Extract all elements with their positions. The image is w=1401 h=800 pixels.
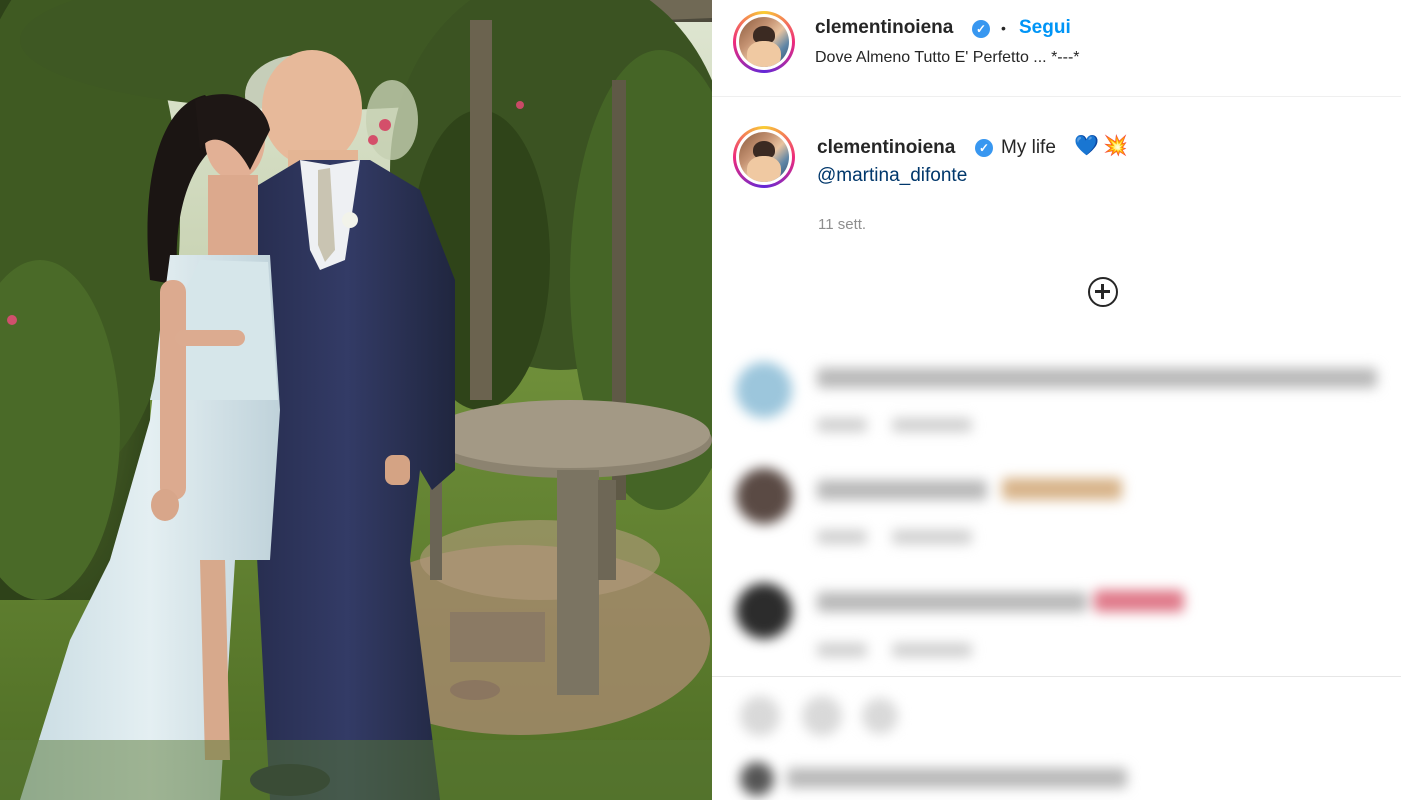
comment-icon[interactable]	[802, 696, 842, 736]
header-divider	[712, 96, 1401, 97]
plus-circle-icon[interactable]	[1088, 277, 1118, 307]
caption-avatar[interactable]	[733, 126, 795, 188]
caption-text: My life	[1001, 137, 1056, 158]
actions-divider	[712, 676, 1401, 677]
blue-heart-emoji: 💙	[1074, 135, 1099, 157]
post-location[interactable]: Dove Almeno Tutto E' Perfetto ... *---*	[815, 49, 1080, 67]
share-icon[interactable]	[862, 698, 898, 734]
author-avatar[interactable]	[733, 11, 795, 73]
post-photo[interactable]	[0, 0, 712, 800]
verified-badge-icon: ✓	[975, 139, 993, 157]
separator-dot: •	[1001, 20, 1006, 36]
like-icon[interactable]	[740, 696, 780, 736]
post-sidebar: clementinoiena ✓ • Segui Dove Almeno Tut…	[712, 0, 1401, 800]
sparkle-emoji: 💥	[1103, 135, 1128, 157]
verified-badge-icon: ✓	[972, 20, 990, 38]
follow-button[interactable]: Segui	[1019, 17, 1071, 39]
post-timestamp[interactable]: 11 sett.	[818, 216, 866, 233]
wedding-photo-illustration	[0, 0, 712, 800]
mention-link[interactable]: @martina_difonte	[817, 165, 967, 187]
caption-username[interactable]: clementinoiena	[817, 137, 955, 159]
author-username[interactable]: clementinoiena	[815, 17, 953, 39]
